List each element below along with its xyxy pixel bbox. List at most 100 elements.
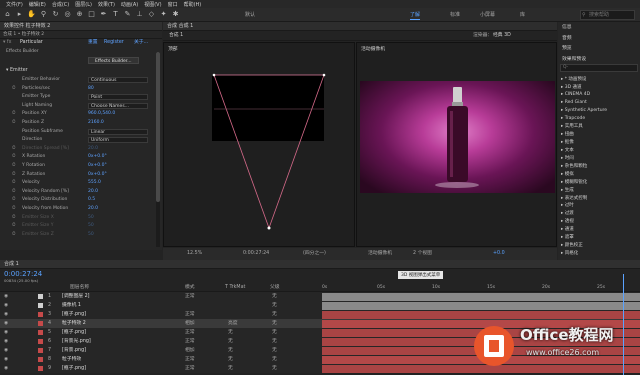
effect-category[interactable]: ▸ 模糊和锐化 bbox=[561, 179, 587, 185]
layer-row[interactable]: ◉ 2 摄像机 1 无 bbox=[0, 301, 640, 310]
effect-category[interactable]: ▸ Red Giant bbox=[561, 100, 587, 105]
effect-category[interactable]: ▸ 表达式控制 bbox=[561, 195, 587, 201]
panel-item[interactable]: 信息 bbox=[562, 23, 572, 30]
layer-name[interactable]: [调整图层 2] bbox=[62, 292, 90, 301]
param-row[interactable]: Light Naming Choose Names... bbox=[0, 102, 160, 110]
layer-duration-bar[interactable] bbox=[322, 292, 640, 301]
effect-category[interactable]: ▸ Synthetic Aperture bbox=[561, 108, 607, 113]
layer-color-label[interactable] bbox=[38, 294, 43, 299]
register-link[interactable]: Register bbox=[104, 39, 124, 47]
workspace-library[interactable]: 库 bbox=[520, 10, 525, 20]
layer-color-label[interactable] bbox=[38, 321, 43, 326]
stopwatch-icon[interactable]: ⏱ bbox=[12, 145, 16, 153]
brush-tool-icon[interactable]: ✎ bbox=[123, 10, 132, 19]
effect-category[interactable]: ▸ CINEMA 4D bbox=[561, 92, 590, 97]
param-row[interactable]: ⏱ Z Rotation 0x+0.0° bbox=[0, 171, 160, 179]
layer-mode[interactable]: 正常 bbox=[185, 355, 195, 364]
effect-category[interactable]: ▸ 实用工具 bbox=[561, 123, 583, 129]
layer-parent[interactable]: 无 bbox=[272, 310, 277, 319]
scrollbar[interactable] bbox=[156, 52, 160, 247]
composition-tab[interactable]: 合成 合成 1 bbox=[163, 22, 557, 31]
effects-search-input[interactable]: Q- bbox=[560, 64, 638, 72]
effect-category[interactable]: ▸ 颜色校正 bbox=[561, 242, 583, 248]
param-row[interactable]: Position Subframe Linear bbox=[0, 128, 160, 136]
workspace-default[interactable]: 默认 bbox=[245, 10, 255, 20]
layer-parent[interactable]: 无 bbox=[272, 346, 277, 355]
param-value[interactable]: 80 bbox=[88, 85, 94, 93]
stopwatch-icon[interactable]: ⏱ bbox=[12, 85, 16, 93]
layer-mode[interactable]: 相加 bbox=[185, 319, 195, 328]
stopwatch-icon[interactable]: ⏱ bbox=[12, 110, 16, 118]
menu-item-2[interactable]: 合成(C) bbox=[52, 1, 69, 8]
eye-icon[interactable]: ◉ bbox=[4, 310, 8, 319]
eye-icon[interactable]: ◉ bbox=[4, 301, 8, 310]
layer-name[interactable]: [瓶子.png] bbox=[62, 310, 86, 319]
layer-name[interactable]: [瓶子.png] bbox=[62, 364, 86, 373]
layer-name[interactable]: 粒子特效 bbox=[62, 355, 81, 364]
layer-parent[interactable]: 无 bbox=[272, 328, 277, 337]
effect-category[interactable]: ▸ 时间 bbox=[561, 155, 574, 161]
param-value[interactable]: 0x+0.0° bbox=[88, 153, 107, 161]
layer-parent[interactable]: 无 bbox=[272, 319, 277, 328]
effect-category[interactable]: ▸ 通道 bbox=[561, 226, 574, 232]
stopwatch-icon[interactable]: ⏱ bbox=[12, 205, 16, 213]
camera-tool-icon[interactable]: ◎ bbox=[63, 10, 72, 19]
layer-name[interactable]: 摄像机 1 bbox=[62, 301, 81, 310]
menu-item-7[interactable]: 窗口 bbox=[168, 1, 178, 8]
param-row[interactable]: ⏱ Y Rotation 0x+0.0° bbox=[0, 162, 160, 170]
layer-name[interactable]: 粒子特效 2 bbox=[62, 319, 86, 328]
stopwatch-icon[interactable]: ⏱ bbox=[12, 171, 16, 179]
workspace-learn[interactable]: 了解 bbox=[410, 10, 421, 20]
layer-trkmat[interactable]: 无 bbox=[228, 355, 233, 364]
layer-trkmat[interactable]: 无 bbox=[228, 364, 233, 373]
menu-item-1[interactable]: 编辑(E) bbox=[29, 1, 46, 8]
param-value[interactable]: 0.5 bbox=[88, 196, 95, 204]
layer-color-label[interactable] bbox=[38, 339, 43, 344]
effect-category[interactable]: ▸ 模拟 bbox=[561, 171, 574, 177]
layer-trkmat[interactable]: 亮度 bbox=[228, 319, 238, 328]
layer-parent[interactable]: 无 bbox=[272, 355, 277, 364]
home-icon[interactable]: ⌂ bbox=[3, 10, 12, 19]
layer-trkmat[interactable]: 无 bbox=[228, 346, 233, 355]
param-value[interactable]: 50 bbox=[88, 222, 94, 230]
eye-icon[interactable]: ◉ bbox=[4, 355, 8, 364]
timeline-timecode[interactable]: 0:00:27:24 bbox=[4, 270, 42, 278]
timeline-tab[interactable]: 合成 1 bbox=[0, 260, 640, 269]
layer-name[interactable]: [背景光.png] bbox=[62, 337, 91, 346]
workspace-standard[interactable]: 标准 bbox=[450, 10, 460, 20]
layer-parent[interactable]: 无 bbox=[272, 364, 277, 373]
param-dropdown[interactable]: Choose Names... bbox=[88, 102, 148, 109]
effect-category[interactable]: ▸ 3D 通道 bbox=[561, 84, 581, 90]
effect-category[interactable]: ▸ 杂色和颗粒 bbox=[561, 163, 587, 169]
menu-item-3[interactable]: 图层(L) bbox=[75, 1, 92, 8]
param-row[interactable]: Direction Uniform bbox=[0, 136, 160, 144]
layer-trkmat[interactable]: 无 bbox=[228, 328, 233, 337]
layer-color-label[interactable] bbox=[38, 348, 43, 353]
effect-category[interactable]: ▸ 扭曲 bbox=[561, 131, 574, 137]
layer-color-label[interactable] bbox=[38, 330, 43, 335]
param-row[interactable]: ⏱ Emitter Size Y 50 bbox=[0, 222, 160, 230]
effect-category[interactable]: ▸ 过渡 bbox=[561, 210, 574, 216]
stopwatch-icon[interactable]: ⏱ bbox=[12, 231, 16, 239]
layer-trkmat[interactable]: 无 bbox=[228, 337, 233, 346]
menu-item-0[interactable]: 文件(F) bbox=[6, 1, 23, 8]
eye-icon[interactable]: ◉ bbox=[4, 292, 8, 301]
param-value[interactable]: 0x+0.0° bbox=[88, 162, 107, 170]
param-value[interactable]: 20.0 bbox=[88, 188, 98, 196]
layer-mode[interactable]: 相加 bbox=[185, 346, 195, 355]
top-view-viewport[interactable]: 顶部 bbox=[163, 42, 355, 247]
layer-color-label[interactable] bbox=[38, 303, 43, 308]
menu-item-6[interactable]: 视图(V) bbox=[144, 1, 161, 8]
current-time[interactable]: 0:00:27:24 bbox=[243, 248, 269, 260]
layer-parent[interactable]: 无 bbox=[272, 337, 277, 346]
stopwatch-icon[interactable]: ⏱ bbox=[12, 196, 16, 204]
param-row[interactable]: ⏱ Position Z 2160.0 bbox=[0, 119, 160, 127]
layer-mode[interactable]: 正常 bbox=[185, 337, 195, 346]
layer-row[interactable]: ◉ 1 [调整图层 2] 正常 无 bbox=[0, 292, 640, 301]
stopwatch-icon[interactable]: ⏱ bbox=[12, 119, 16, 127]
param-row[interactable]: ⏱ Emitter Size X 50 bbox=[0, 214, 160, 222]
selection-tool-icon[interactable]: ▸ bbox=[15, 10, 24, 19]
effect-category[interactable]: ▸ * 动画预设 bbox=[561, 76, 586, 82]
hand-tool-icon[interactable]: ✋ bbox=[27, 10, 36, 19]
roto-tool-icon[interactable]: ✦ bbox=[159, 10, 168, 19]
